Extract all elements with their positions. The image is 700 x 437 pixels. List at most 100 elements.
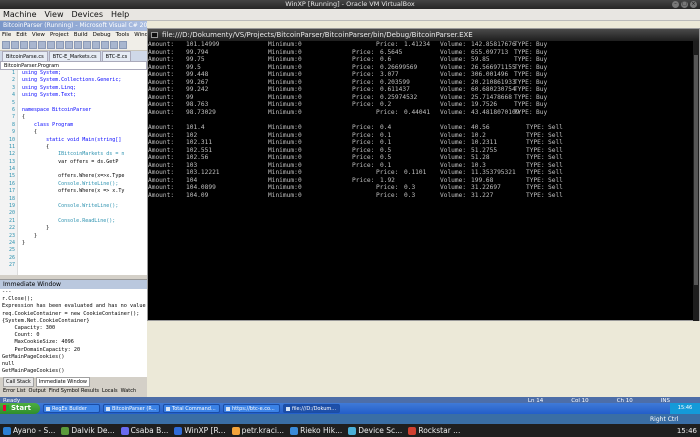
code-line: using System.Collections.Generic; [22, 77, 122, 84]
console-value-minimum: 0 [298, 146, 302, 154]
host-clock[interactable]: 15:46 [677, 427, 700, 435]
console-value-price: 3.077 [380, 71, 399, 79]
console-window[interactable]: file:///D:/Dokumenty/VS/Projects/Bitcoin… [147, 28, 700, 321]
tab-btce[interactable]: BTC-E.cs [101, 51, 132, 61]
task-bitcoinparser[interactable]: BitcoinParser (R... [103, 404, 160, 413]
host-task-item[interactable]: Rockstar ... [408, 426, 460, 435]
scrollbar-thumb[interactable] [694, 55, 698, 285]
task-total-commander[interactable]: Total Command... [163, 404, 220, 413]
console-label-volume: Volume: [440, 176, 467, 184]
console-label-amount: Amount: [148, 108, 175, 116]
console-value-price: 0.44041 [404, 108, 431, 116]
console-value-minimum: 0 [298, 71, 302, 79]
menu-help[interactable]: Help [111, 9, 129, 20]
console-row: Amount: 101.4 Minimum: 0 Price: 0.4 Volume: 40.… [148, 124, 696, 131]
host-task-item[interactable]: petr.kraci... [231, 426, 284, 435]
vs-navigation-dropdown[interactable]: BitcoinParser.Program [0, 61, 147, 70]
maximize-button[interactable]: □ [681, 1, 688, 8]
find-symbol-results-tab[interactable]: Find Symbol Results [49, 387, 99, 397]
tab-bitcoinparse[interactable]: BitcoinParse.cs [2, 51, 48, 61]
line-number: 23 [8, 232, 15, 239]
save-all-icon[interactable] [29, 41, 37, 49]
console-label-type: TYPE: [526, 161, 545, 169]
host-task-item[interactable]: Ayano - S... [3, 426, 55, 435]
console-value-volume: 20.210861933 [471, 78, 516, 86]
step-over-icon[interactable] [119, 41, 127, 49]
tab-immediate-window[interactable]: Immediate Window [35, 377, 91, 387]
menu-view[interactable]: View [45, 9, 64, 20]
paste-icon[interactable] [56, 41, 64, 49]
start-debug-icon[interactable] [83, 41, 91, 49]
vs-menu-file[interactable]: File [2, 31, 11, 40]
pause-icon[interactable] [92, 41, 100, 49]
console-value-volume: 31.227 [471, 192, 494, 199]
locals-tab[interactable]: Locals [102, 387, 118, 397]
tab-call-stack[interactable]: Call Stack [3, 377, 34, 387]
menu-devices[interactable]: Devices [71, 9, 103, 20]
menu-machine[interactable]: Machine [3, 9, 37, 20]
app-icon [174, 426, 183, 435]
vs-menu-edit[interactable]: Edit [16, 31, 27, 40]
console-row: Amount: 99.267 Minimum: 0 Price: 0.203599 Volu… [148, 79, 696, 86]
console-value-type: Sell [548, 146, 563, 154]
console-value-minimum: 0 [298, 56, 302, 64]
console-label-price: Price: [376, 41, 399, 48]
code-line: Console.WriteLine(); [22, 203, 119, 210]
line-number: 7 [11, 114, 15, 121]
immediate-window[interactable]: Immediate Window --- r.Close(); Expression… [0, 279, 147, 389]
console-label-amount: Amount: [148, 124, 175, 132]
console-value-type: Sell [548, 124, 563, 132]
save-icon[interactable] [20, 41, 28, 49]
output-tab[interactable]: Output [29, 387, 46, 397]
console-value-amount: 103.12221 [186, 169, 220, 177]
task-regex-builder[interactable]: RegEx Builder [43, 404, 100, 413]
vs-menu-tools[interactable]: Tools [116, 31, 130, 40]
console-value-volume: 11.353795321 [471, 169, 516, 177]
undo-icon[interactable] [65, 41, 73, 49]
task-btce-browser[interactable]: https://btc-e.co... [223, 404, 280, 413]
console-label-type: TYPE: [526, 139, 545, 147]
line-number: 2 [11, 77, 15, 84]
tab-btce-markets[interactable]: BTC-E_Markets.cs [48, 51, 101, 61]
console-label-amount: Amount: [148, 101, 175, 109]
guest-taskbar: Start RegEx Builder BitcoinParser (R... … [0, 403, 700, 414]
watch-tab[interactable]: Watch [121, 387, 137, 397]
code-editor[interactable]: 1 2 3 4 5 6 7 8 9 10 11 12 13 14 15 16 17 18 19 20 21 22 23 24 2… [0, 70, 147, 275]
cut-icon[interactable] [38, 41, 46, 49]
start-button[interactable]: Start [0, 403, 40, 414]
host-task-item[interactable]: Rieko Hik... [290, 426, 342, 435]
console-label-minimum: Minimum: [268, 192, 298, 199]
line-number: 11 [8, 143, 15, 150]
console-value-volume: 142.85817676 [471, 41, 516, 48]
vs-menu-view[interactable]: View [32, 31, 45, 40]
host-task-item[interactable]: Device Sc... [348, 426, 402, 435]
console-value-price: 0.203599 [380, 78, 410, 86]
console-title: file:///D:/Dokumenty/VS/Projects/Bitcoin… [162, 31, 473, 39]
step-into-icon[interactable] [110, 41, 118, 49]
line-number: 10 [8, 136, 15, 143]
vs-menu-project[interactable]: Project [50, 31, 69, 40]
code-line: Console.ReadLine(); [22, 217, 116, 224]
console-scrollbar[interactable] [693, 41, 699, 321]
minimize-button[interactable]: – [672, 1, 679, 8]
host-task-item[interactable]: Dalvik De... [61, 426, 115, 435]
console-label-price: Price: [352, 131, 375, 139]
copy-icon[interactable] [47, 41, 55, 49]
vs-menu-debug[interactable]: Debug [93, 31, 111, 40]
immediate-line: Expression has been evaluated and has no… [2, 303, 146, 310]
close-button[interactable]: × [690, 1, 697, 8]
error-list-tab[interactable]: Error List [3, 387, 26, 397]
stop-icon[interactable] [101, 41, 109, 49]
console-label-price: Price: [352, 78, 375, 86]
console-label-type: TYPE: [526, 154, 545, 162]
vs-menu-build[interactable]: Build [74, 31, 88, 40]
task-console[interactable]: file:///D:/Dokum... [283, 404, 340, 413]
host-task-item[interactable]: Csaba B... [120, 426, 168, 435]
app-icon [120, 426, 129, 435]
new-file-icon[interactable] [2, 41, 10, 49]
open-icon[interactable] [11, 41, 19, 49]
immediate-line: --- [2, 289, 12, 295]
host-task-item[interactable]: WinXP [R... [174, 426, 226, 435]
redo-icon[interactable] [74, 41, 82, 49]
console-label-price: Price: [352, 93, 375, 101]
